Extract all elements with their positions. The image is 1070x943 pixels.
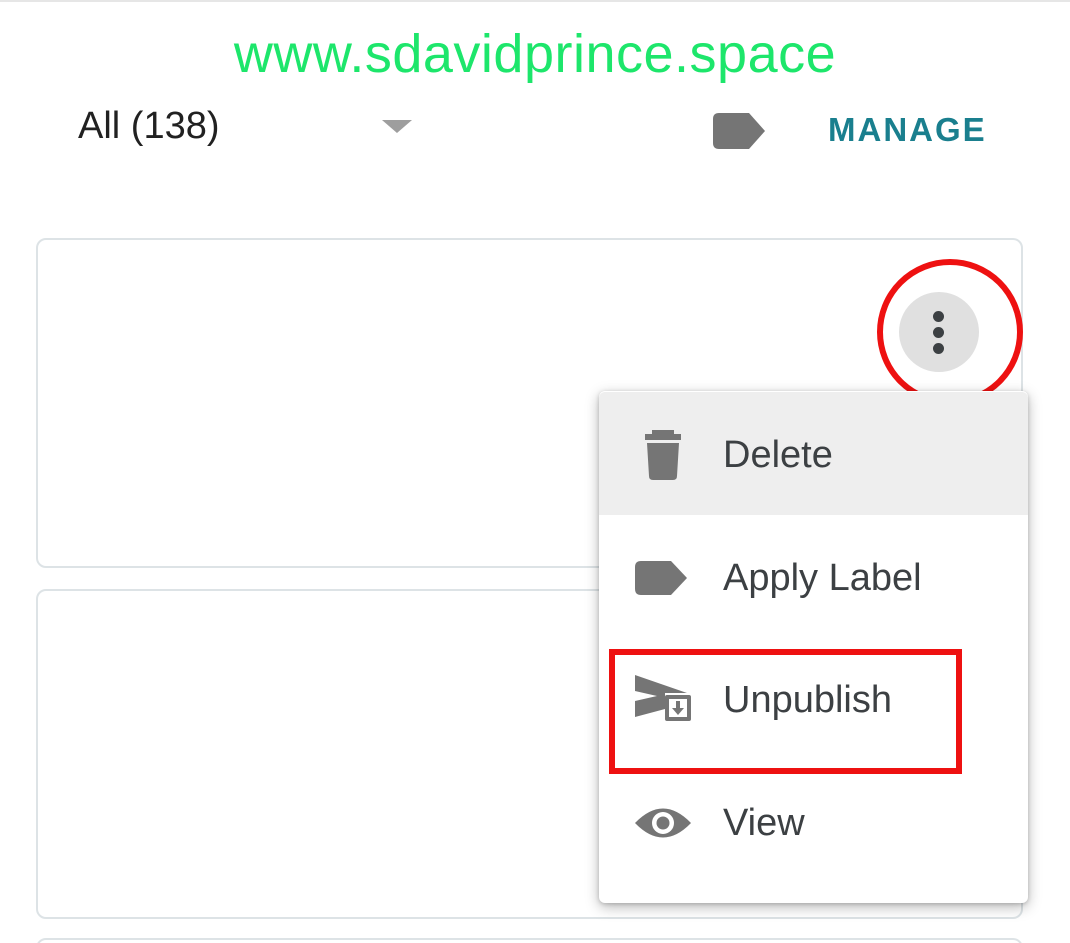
trash-icon xyxy=(645,430,681,480)
post-card[interactable] xyxy=(36,938,1023,943)
post-filter-dropdown[interactable]: All (138) xyxy=(78,100,418,152)
menu-item-view[interactable]: View xyxy=(599,760,1028,883)
menu-item-label: Apply Label xyxy=(723,557,922,599)
menu-item-unpublish[interactable]: Unpublish xyxy=(599,637,1028,760)
more-vert-icon-dot xyxy=(933,343,944,354)
more-vert-icon-dot xyxy=(933,327,944,338)
post-actions-menu: Delete Apply Label Unpublish View xyxy=(599,391,1028,903)
menu-item-label: Unpublish xyxy=(723,679,892,721)
menu-item-delete[interactable]: Delete xyxy=(599,392,1028,515)
menu-item-label: View xyxy=(723,802,805,844)
manage-button[interactable]: MANAGE xyxy=(828,108,987,152)
watermark-text: www.sdavidprince.space xyxy=(233,24,837,84)
top-divider xyxy=(0,0,1070,2)
unpublish-icon xyxy=(635,675,691,721)
menu-item-label: Delete xyxy=(723,434,833,476)
more-options-button[interactable] xyxy=(899,292,979,372)
label-icon[interactable] xyxy=(713,113,765,149)
eye-icon xyxy=(635,808,691,838)
dropdown-caret-icon xyxy=(382,120,412,133)
post-filter-label: All (138) xyxy=(78,105,220,147)
more-vert-icon xyxy=(933,311,944,322)
menu-item-apply-label[interactable]: Apply Label xyxy=(599,515,1028,638)
blogger-posts-page: www.sdavidprince.space All (138) MANAGE … xyxy=(0,0,1070,943)
label-icon xyxy=(635,561,687,595)
